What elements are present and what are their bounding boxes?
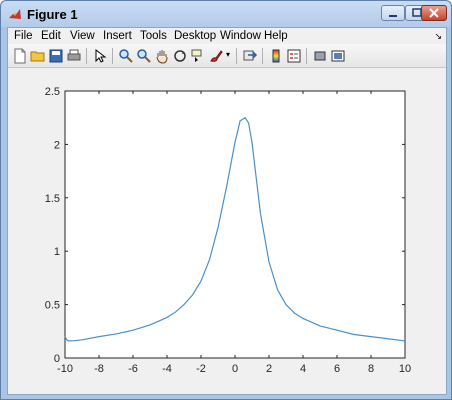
axes-background <box>64 90 406 359</box>
x-tick-label: 4 <box>300 363 306 375</box>
toolbar-separator <box>306 48 307 64</box>
data-cursor-icon[interactable] <box>190 48 206 64</box>
zoom-in-icon[interactable] <box>118 48 134 64</box>
x-tick-label: -6 <box>128 363 138 375</box>
brush-dropdown-icon[interactable]: ▾ <box>226 50 230 59</box>
title-bar[interactable]: Figure 1 <box>1 1 451 27</box>
menu-tools[interactable]: Tools <box>140 30 167 42</box>
menu-file[interactable]: File <box>14 30 33 42</box>
pan-icon[interactable] <box>154 48 170 64</box>
x-tick-label: 6 <box>334 363 340 375</box>
new-figure-icon[interactable] <box>12 48 28 64</box>
link-plot-icon[interactable] <box>242 48 258 64</box>
open-file-icon[interactable] <box>30 48 46 64</box>
menu-desktop[interactable]: Desktop <box>174 30 216 42</box>
menu-overflow-icon[interactable]: ↘ <box>434 31 442 42</box>
y-tick-label: 0 <box>54 353 60 365</box>
close-icon <box>429 8 439 18</box>
plot-svg[interactable]: -10 -8 -6 -4 -2 0 2 4 6 8 10 00.511.522.5 <box>8 69 446 394</box>
toolbar-separator <box>86 48 87 64</box>
toolbar-separator <box>236 48 237 64</box>
minimize-icon <box>389 15 397 17</box>
pointer-icon[interactable] <box>92 48 108 64</box>
print-icon[interactable] <box>66 48 82 64</box>
figure-client-area: File Edit View Insert Tools Desktop Wind… <box>7 27 447 395</box>
save-icon[interactable] <box>48 48 64 64</box>
hide-plot-tools-icon[interactable] <box>312 48 328 64</box>
menu-view[interactable]: View <box>70 30 95 42</box>
zoom-out-icon[interactable] <box>136 48 152 64</box>
brush-icon[interactable] <box>208 48 224 64</box>
rotate-3d-icon[interactable] <box>172 48 188 64</box>
y-tick-label: 2 <box>54 139 60 151</box>
x-tick-label: 10 <box>399 363 411 375</box>
x-tick-label: 8 <box>368 363 374 375</box>
colorbar-icon[interactable] <box>268 48 284 64</box>
x-tick-label: 2 <box>266 363 272 375</box>
toolbar-separator <box>112 48 113 64</box>
legend-icon[interactable] <box>286 48 302 64</box>
x-tick-label: 0 <box>232 363 238 375</box>
close-button[interactable] <box>421 5 447 21</box>
figure-toolbar: ▾ <box>8 44 446 68</box>
x-tick-label: -4 <box>162 363 172 375</box>
menu-help[interactable]: Help <box>264 30 288 42</box>
show-plot-tools-icon[interactable] <box>330 48 346 64</box>
menu-window[interactable]: Window <box>220 30 261 42</box>
matlab-figure-icon <box>9 9 21 19</box>
x-tick-label: -2 <box>196 363 206 375</box>
menu-insert[interactable]: Insert <box>103 30 132 42</box>
menu-edit[interactable]: Edit <box>41 30 61 42</box>
window-title: Figure 1 <box>27 7 78 22</box>
figure-canvas[interactable]: -10 -8 -6 -4 -2 0 2 4 6 8 10 0 0.5 1 1.5 2 2.5 <box>8 69 446 394</box>
minimize-button[interactable] <box>381 5 405 21</box>
y-tick-label: 1.5 <box>45 193 60 205</box>
figure-window: Figure 1 File Edit View Insert Tools Des… <box>0 0 452 400</box>
x-tick-label: -8 <box>94 363 104 375</box>
menu-bar: File Edit View Insert Tools Desktop Wind… <box>8 28 446 44</box>
y-tick-label: 2.5 <box>45 86 60 98</box>
y-tick-label: 0.5 <box>45 300 60 312</box>
y-tick-label: 1 <box>54 246 60 258</box>
toolbar-separator <box>262 48 263 64</box>
